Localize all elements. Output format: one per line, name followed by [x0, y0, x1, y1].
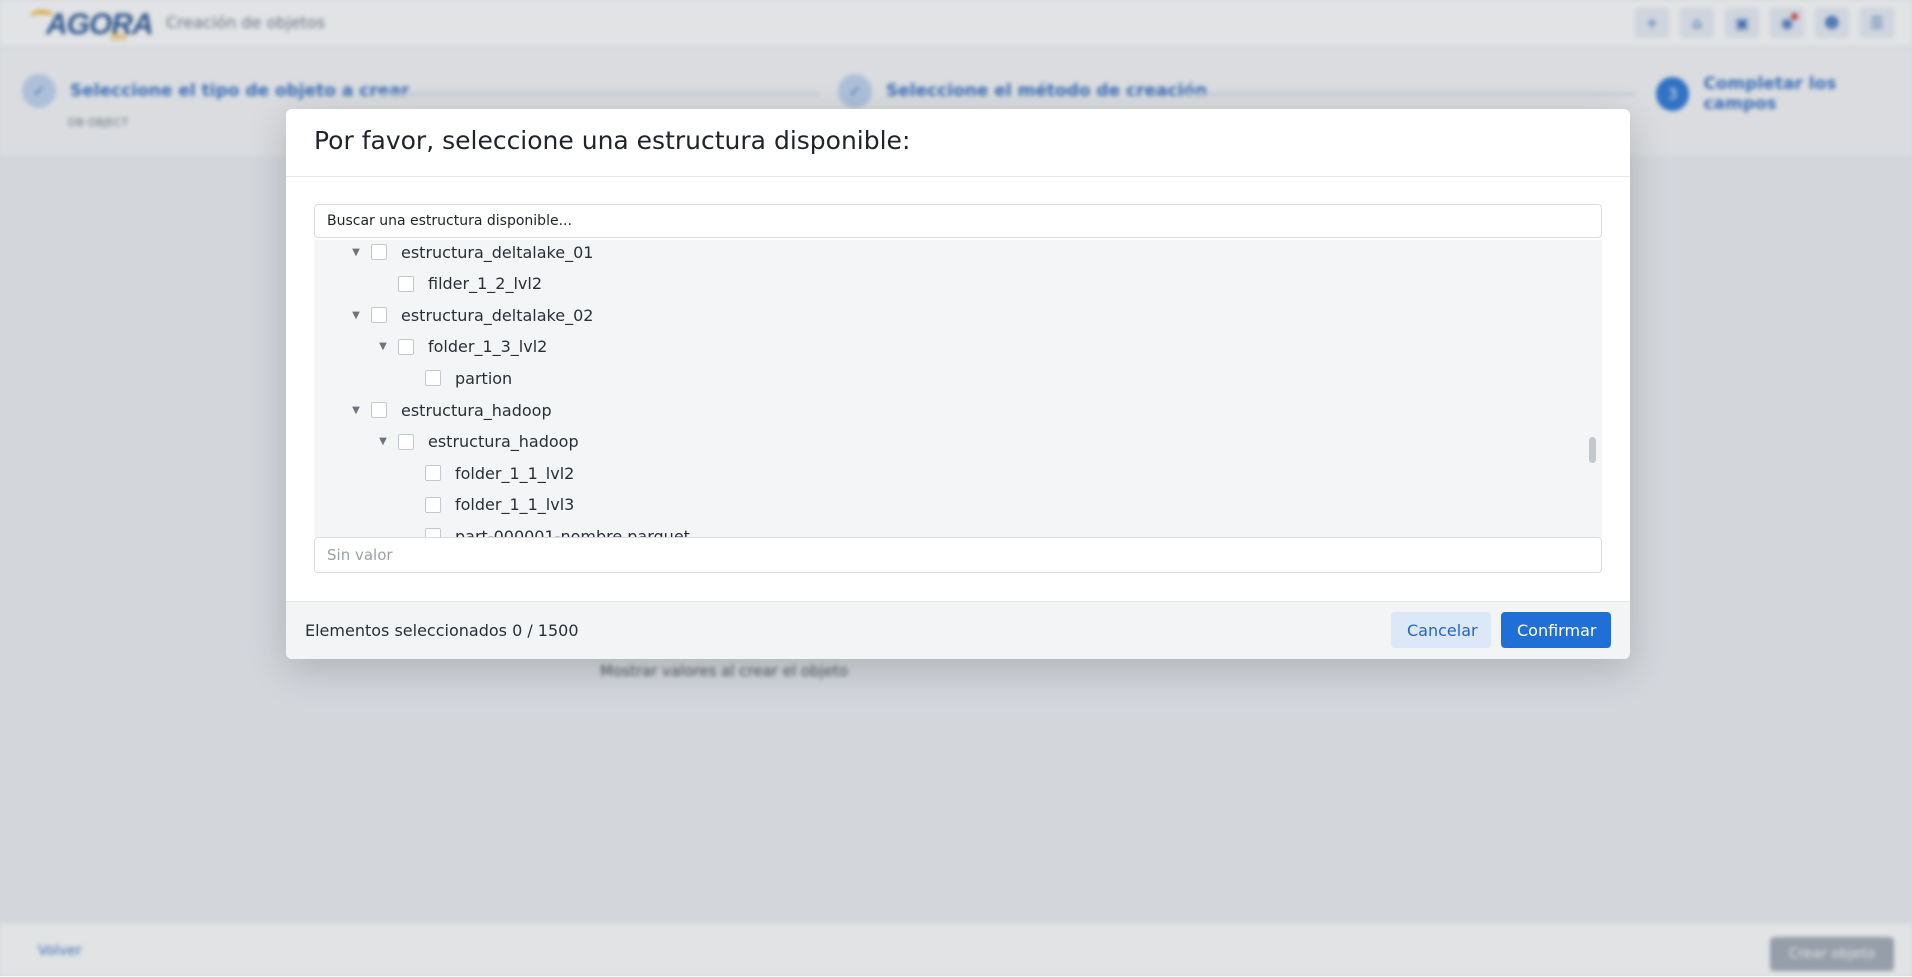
tree-node-label: filder_1_2_lvl2: [428, 274, 542, 294]
tree-node[interactable]: ▼ folder_1_3_lvl2: [375, 333, 547, 361]
caret-down-icon[interactable]: ▼: [348, 244, 364, 260]
cancel-button[interactable]: Cancelar: [1391, 612, 1491, 648]
tree-scrollbar[interactable]: [1589, 437, 1596, 463]
tree-node[interactable]: ▼partion: [402, 364, 512, 392]
confirm-button[interactable]: Confirmar: [1501, 612, 1611, 648]
modal-footer: Elementos seleccionados 0 / 1500 Cancela…: [286, 601, 1630, 659]
tree-node-label: part-000001-nombre.parquet: [455, 526, 690, 537]
empty-value-text: Sin valor: [327, 546, 393, 564]
tree-node-checkbox[interactable]: [425, 496, 441, 513]
tree-node[interactable]: ▼ estructura_deltalake_01: [348, 240, 593, 266]
tree-node-checkbox[interactable]: [425, 528, 441, 537]
structure-search-input[interactable]: [314, 204, 1602, 238]
structure-tree[interactable]: ▼estructura_deltalake_01▼filder_1_2_lvl2…: [314, 240, 1602, 537]
modal-title: Por favor, seleccione una estructura dis…: [314, 126, 911, 155]
tree-node-label: folder_1_3_lvl2: [428, 337, 548, 357]
tree-node-label: folder_1_1_lvl3: [455, 495, 575, 515]
tree-node-checkbox[interactable]: [398, 433, 414, 450]
caret-down-icon[interactable]: ▼: [348, 402, 364, 418]
tree-node[interactable]: ▼folder_1_1_lvl2: [402, 459, 574, 487]
tree-node-label: estructura_deltalake_02: [401, 305, 594, 325]
tree-node[interactable]: ▼filder_1_2_lvl2: [375, 270, 542, 298]
tree-node[interactable]: ▼part-000001-nombre.parquet: [402, 522, 690, 537]
tree-node-checkbox[interactable]: [371, 307, 387, 324]
tree-node-checkbox[interactable]: [371, 244, 387, 260]
selected-value-field: Sin valor: [314, 537, 1602, 573]
tree-node-label: estructura_hadoop: [401, 400, 552, 420]
caret-down-icon[interactable]: ▼: [348, 307, 364, 323]
tree-node[interactable]: ▼folder_1_1_lvl3: [402, 491, 574, 519]
caret-down-icon[interactable]: ▼: [375, 339, 391, 355]
modal-header: Por favor, seleccione una estructura dis…: [286, 109, 1630, 177]
tree-node-checkbox[interactable]: [398, 275, 414, 292]
tree-node-checkbox[interactable]: [425, 465, 441, 482]
tree-node-label: folder_1_1_lvl2: [455, 463, 575, 483]
tree-node-checkbox[interactable]: [425, 370, 441, 387]
caret-down-icon[interactable]: ▼: [375, 434, 391, 450]
tree-node[interactable]: ▼ estructura_hadoop: [348, 396, 552, 424]
selected-count: Elementos seleccionados 0 / 1500: [305, 621, 579, 640]
tree-node-label: estructura_hadoop: [428, 432, 579, 452]
tree-node-label: partion: [455, 368, 513, 388]
tree-node-label: estructura_deltalake_01: [401, 242, 594, 262]
tree-node[interactable]: ▼ estructura_deltalake_02: [348, 301, 593, 329]
tree-node[interactable]: ▼ estructura_hadoop: [375, 428, 579, 456]
tree-node-checkbox[interactable]: [371, 402, 387, 418]
structure-select-modal: Por favor, seleccione una estructura dis…: [286, 109, 1630, 659]
tree-node-checkbox[interactable]: [398, 338, 414, 355]
